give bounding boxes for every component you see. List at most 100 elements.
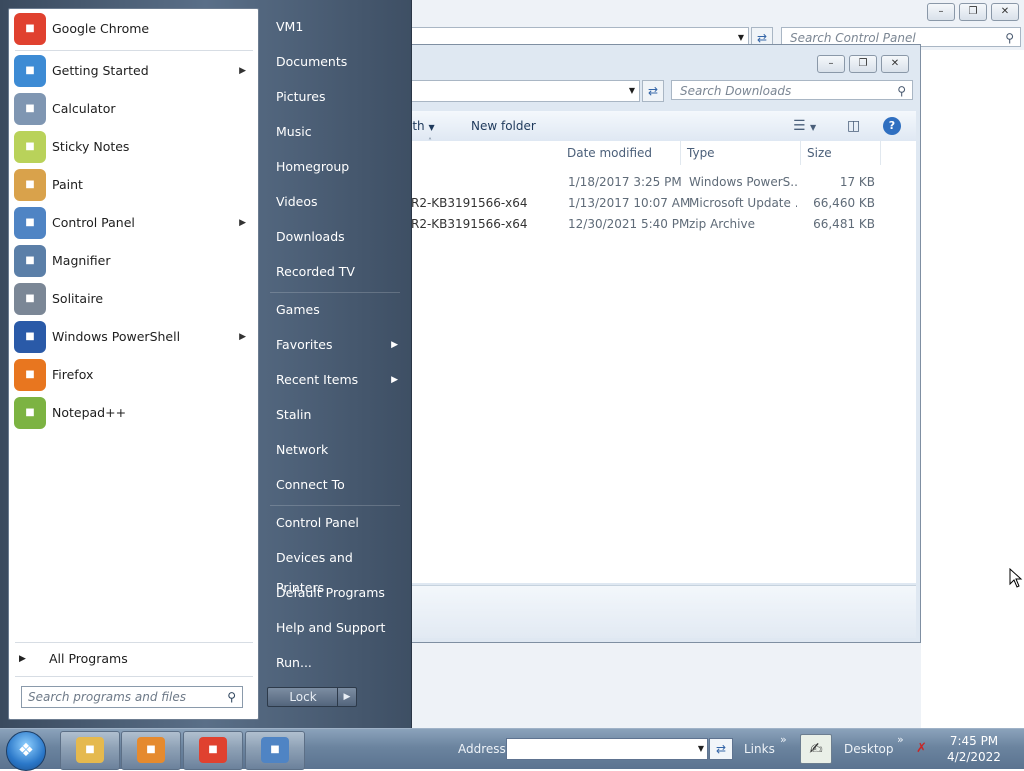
downloads-toolbar: ith ▼ New folder ☰ ▼ ◫ ? xyxy=(409,111,916,143)
taskbar-explorer[interactable]: ■ xyxy=(60,731,120,770)
downloads-search-input[interactable]: Search Downloads ⚲ xyxy=(671,80,913,100)
search-icon[interactable]: ⚲ xyxy=(897,81,906,101)
start-place-item[interactable]: Pictures xyxy=(268,82,404,112)
start-place-item[interactable]: VM1 xyxy=(268,12,404,42)
clock[interactable]: 7:45 PM 4/2/2022 xyxy=(940,733,1008,765)
start-place-item[interactable]: Homegroup xyxy=(268,152,404,182)
start-place-item[interactable]: Documents xyxy=(268,47,404,77)
chevron-right-icon[interactable]: ▶ xyxy=(239,205,246,241)
start-place-item[interactable]: Help and Support xyxy=(268,613,404,643)
program-label: Calculator xyxy=(52,101,116,116)
column-header-type[interactable]: Type xyxy=(681,141,801,165)
close-button[interactable]: ✕ xyxy=(991,3,1019,21)
file-size: 66,481 KB xyxy=(813,217,875,231)
start-place-item[interactable]: Favorites ▶ xyxy=(268,330,404,360)
refresh-icon[interactable]: ⇄ xyxy=(642,80,664,102)
restore-button[interactable]: ❐ xyxy=(849,55,877,73)
chevron-double-right-icon[interactable]: » xyxy=(897,733,904,746)
program-label: Notepad++ xyxy=(52,405,127,420)
column-header-size[interactable]: Size xyxy=(801,141,881,165)
program-item[interactable]: ■ Paint xyxy=(11,167,256,203)
start-place-item[interactable]: Downloads xyxy=(268,222,404,252)
downloads-address-bar[interactable]: ▼ xyxy=(403,80,640,102)
view-options-icon[interactable]: ☰ ▼ xyxy=(793,111,816,143)
all-programs-button[interactable]: ▶ All Programs xyxy=(17,647,251,671)
divider xyxy=(270,292,400,293)
file-list: ˄ Date modified Type Size 1/18/2017 3:25… xyxy=(411,137,916,583)
program-item[interactable]: ■ Google Chrome xyxy=(11,11,256,47)
taskbar-chrome[interactable]: ■ xyxy=(183,731,243,770)
clock-time: 7:45 PM xyxy=(949,734,999,748)
program-item[interactable]: ■ Control Panel ▶ xyxy=(11,205,256,241)
signature-tool-icon[interactable]: ✍ xyxy=(800,734,832,764)
start-place-item[interactable]: Control Panel xyxy=(268,508,404,538)
start-place-item[interactable]: Run... xyxy=(268,648,404,678)
table-row[interactable]: R2-KB3191566-x64 12/30/2021 5:40 PM zip … xyxy=(411,213,891,234)
start-place-item[interactable]: Connect To xyxy=(268,470,404,500)
table-row[interactable]: 1/18/2017 3:25 PM Windows PowerS... 17 K… xyxy=(411,171,891,192)
go-icon[interactable]: ⇄ xyxy=(709,738,733,760)
start-place-item[interactable]: Default Programs xyxy=(268,578,404,608)
chevron-right-icon[interactable]: ▶ xyxy=(239,319,246,355)
taskbar-control-panel[interactable]: ■ xyxy=(245,731,305,770)
links-toolbar-label[interactable]: Links xyxy=(744,729,775,769)
program-label: Solitaire xyxy=(52,291,104,306)
chevron-right-icon[interactable]: ▶ xyxy=(239,53,246,89)
start-place-label: Favorites xyxy=(276,337,333,352)
program-item[interactable]: ■ Windows PowerShell ▶ xyxy=(11,319,256,355)
taskbar: ❖ ■ ■ ■ ■ Address ▼ ⇄ Links » ✍ Desktop » ✗… xyxy=(0,728,1024,771)
chevron-right-icon[interactable]: ▶ xyxy=(391,365,398,395)
new-folder-button[interactable]: New folder xyxy=(471,111,536,141)
shutdown-options-arrow-icon[interactable]: ▶ xyxy=(337,688,356,706)
start-place-item[interactable]: Recorded TV xyxy=(268,257,404,287)
program-label: Windows PowerShell xyxy=(52,329,181,344)
minimize-button[interactable]: – xyxy=(927,3,955,21)
start-place-item[interactable]: Network xyxy=(268,435,404,465)
start-place-label: Connect To xyxy=(276,477,345,492)
network-disconnected-icon[interactable]: ✗ xyxy=(916,741,927,756)
start-place-item[interactable]: Music xyxy=(268,117,404,147)
preview-pane-icon[interactable]: ◫ xyxy=(847,111,860,141)
powershell-icon: ■ xyxy=(14,321,46,353)
file-type: Windows PowerS... xyxy=(689,175,797,189)
column-header-date[interactable]: Date modified xyxy=(561,141,681,165)
start-place-item[interactable]: Games xyxy=(268,295,404,325)
start-button[interactable]: ❖ xyxy=(6,731,46,771)
search-icon[interactable]: ⚲ xyxy=(1005,28,1014,48)
control-panel-content xyxy=(921,50,1024,728)
program-item[interactable]: ■ Magnifier xyxy=(11,243,256,279)
start-place-label: Network xyxy=(276,442,329,457)
start-place-item[interactable]: Videos xyxy=(268,187,404,217)
chevron-down-icon[interactable]: ▼ xyxy=(698,739,704,759)
minimize-button[interactable]: – xyxy=(817,55,845,73)
lock-button[interactable]: Lock ▶ xyxy=(267,687,357,707)
table-row[interactable]: R2-KB3191566-x64 1/13/2017 10:07 AM Micr… xyxy=(411,192,891,213)
search-icon[interactable]: ⚲ xyxy=(227,687,236,707)
file-size: 17 KB xyxy=(839,175,875,189)
program-item[interactable]: ■ Firefox xyxy=(11,357,256,393)
file-type: Microsoft Update ... xyxy=(689,196,797,210)
program-item[interactable]: ■ Notepad++ xyxy=(11,395,256,431)
desktop-toolbar-label[interactable]: Desktop xyxy=(844,729,894,769)
program-item[interactable]: ■ Getting Started ▶ xyxy=(11,53,256,89)
start-place-item[interactable]: Recent Items ▶ xyxy=(268,365,404,395)
taskbar-address-input[interactable]: ▼ xyxy=(506,738,708,760)
taskbar-media-player[interactable]: ■ xyxy=(121,731,181,770)
chrome-icon: ■ xyxy=(199,737,227,763)
program-item[interactable]: ■ Sticky Notes xyxy=(11,129,256,165)
close-button[interactable]: ✕ xyxy=(881,55,909,73)
chevron-down-icon[interactable]: ▼ xyxy=(629,81,635,101)
program-item[interactable]: ■ Calculator xyxy=(11,91,256,127)
program-item[interactable]: ■ Solitaire xyxy=(11,281,256,317)
windows-logo-icon: ❖ xyxy=(17,740,35,761)
start-search-input[interactable]: Search programs and files ⚲ xyxy=(21,686,243,708)
chevron-double-right-icon[interactable]: » xyxy=(780,733,787,746)
start-place-item[interactable]: Stalin xyxy=(268,400,404,430)
chevron-right-icon[interactable]: ▶ xyxy=(391,330,398,360)
restore-button[interactable]: ❐ xyxy=(959,3,987,21)
start-place-item[interactable]: Devices and Printers xyxy=(268,543,404,595)
all-programs-label: All Programs xyxy=(49,651,128,666)
help-icon[interactable]: ? xyxy=(883,117,901,135)
divider xyxy=(15,642,253,643)
start-menu: ■ Google Chrome ■ Getting Started ▶ ■ Calculat… xyxy=(0,0,412,728)
